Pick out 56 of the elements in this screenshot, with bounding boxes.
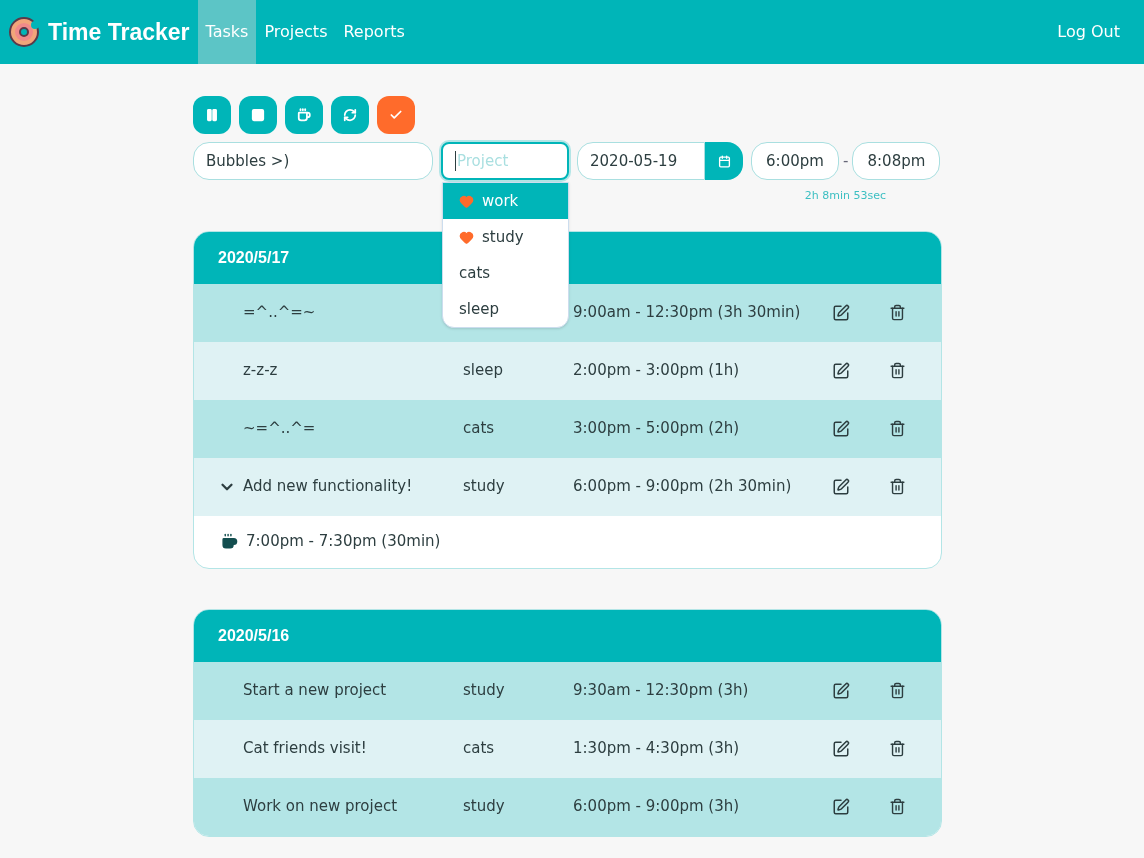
edit-icon[interactable] [832, 797, 850, 816]
coffee-icon [221, 533, 238, 550]
day-date: 2020/5/16 [218, 625, 290, 646]
project-name: cats [463, 419, 495, 438]
time-range: 6:00pm - 9:00pm (3h) [573, 796, 741, 818]
break-time: 7:00pm - 7:30pm (30min) [246, 531, 441, 553]
task-name: Add new functionality! [243, 476, 413, 498]
coffee-icon [297, 108, 311, 122]
time-separator: - [843, 150, 849, 172]
edit-icon[interactable] [832, 303, 850, 322]
delete-icon[interactable] [889, 798, 906, 815]
time-range: 9:00am - 12:30pm (3h 30min) [573, 302, 802, 324]
project-name: study [463, 797, 505, 816]
task-name: =^..^=~ [243, 302, 316, 324]
start-time-input[interactable]: 6:00pm [751, 142, 839, 180]
check-icon [389, 108, 403, 122]
project-name: cats [463, 739, 495, 758]
refresh-icon [343, 108, 357, 122]
time-range: 9:30am - 12:30pm (3h) [573, 680, 750, 702]
delete-icon[interactable] [889, 478, 906, 495]
edit-icon[interactable] [832, 361, 850, 380]
project-name: study [463, 681, 505, 700]
time-range: 3:00pm - 5:00pm (2h) [573, 418, 741, 440]
delete-icon[interactable] [889, 420, 906, 437]
donut-logo-icon [8, 16, 40, 48]
project-name: sleep [463, 361, 503, 380]
edit-icon[interactable] [832, 681, 850, 700]
stop-icon [251, 108, 265, 122]
delete-icon[interactable] [889, 682, 906, 699]
task-name: z-z-z [243, 360, 278, 382]
edit-icon[interactable] [832, 419, 850, 438]
project-name: study [463, 477, 505, 496]
delete-icon[interactable] [889, 304, 906, 321]
elapsed-time: 2h 8min 53sec [804, 188, 886, 204]
delete-icon[interactable] [889, 362, 906, 379]
end-time-input[interactable]: 8:08pm [852, 142, 941, 180]
delete-icon[interactable] [889, 740, 906, 757]
date-input[interactable]: 2020-05-19 [577, 142, 705, 180]
description-input[interactable]: Bubbles >) [193, 142, 433, 180]
project-option[interactable]: cats [443, 255, 568, 291]
finish-button[interactable] [377, 96, 415, 134]
task-name: ~=^..^= [243, 418, 316, 440]
project-option[interactable]: sleep [443, 291, 568, 327]
project-option[interactable]: study [443, 219, 568, 255]
edit-icon[interactable] [832, 739, 850, 758]
time-range: 1:30pm - 4:30pm (3h) [573, 738, 741, 760]
app-title: Time Tracker [48, 17, 190, 47]
task-name: Start a new project [243, 680, 387, 702]
task-name: Cat friends visit! [243, 738, 367, 760]
time-range: 6:00pm - 9:00pm (2h 30min) [573, 476, 793, 498]
time-range: 2:00pm - 3:00pm (1h) [573, 360, 741, 382]
day-date: 2020/5/17 [218, 247, 290, 268]
task-name: Work on new project [243, 796, 398, 818]
pause-icon [205, 108, 219, 122]
edit-icon[interactable] [832, 477, 850, 496]
calendar-icon [717, 154, 731, 168]
